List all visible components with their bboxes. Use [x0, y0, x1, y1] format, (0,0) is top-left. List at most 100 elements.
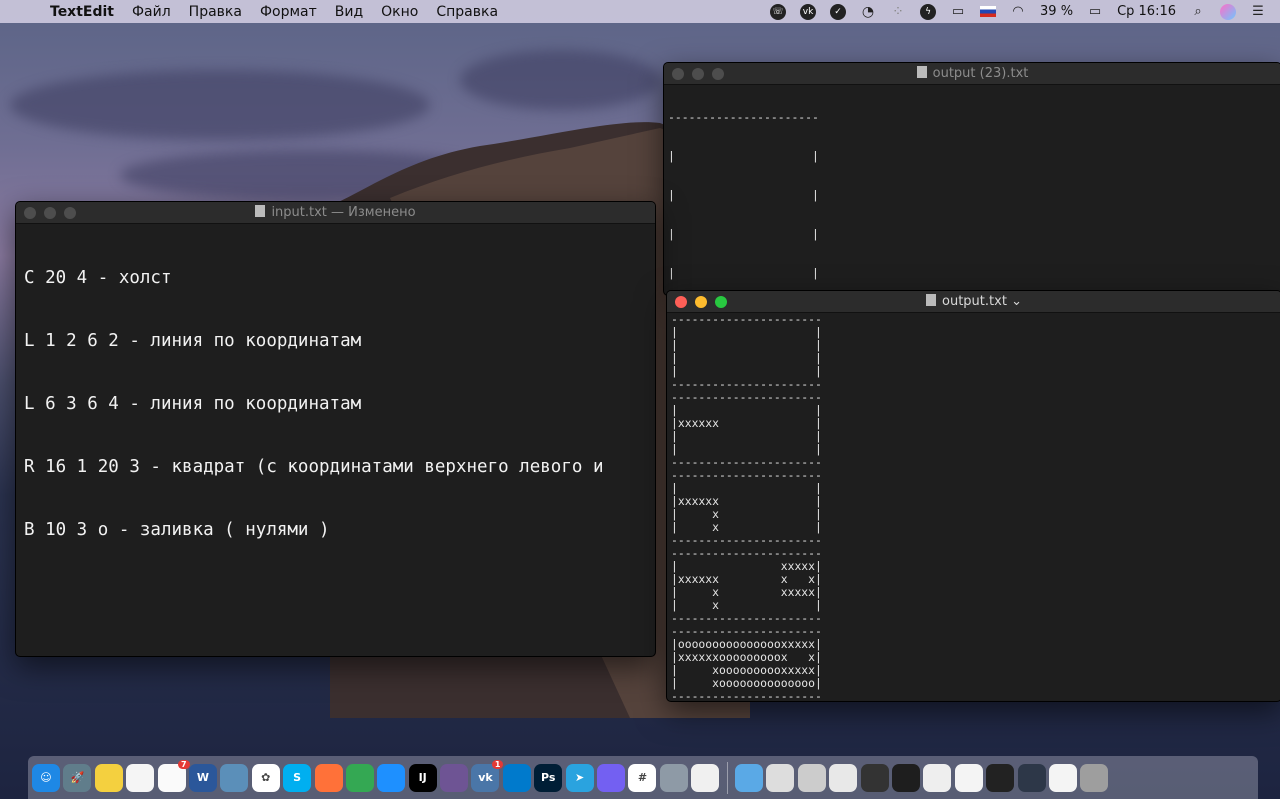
intellij-icon[interactable]: IJ: [408, 763, 437, 792]
document-icon: [255, 205, 266, 217]
zip-file-icon[interactable]: [766, 763, 795, 792]
zoom-button[interactable]: [64, 207, 76, 219]
text-line: | |: [668, 149, 819, 163]
word-icon[interactable]: W: [188, 763, 217, 792]
vk-icon[interactable]: vk 1: [471, 759, 504, 792]
status-area: ☏ vk ✓ ◔ ⁘ ϟ ▭ ◠ 39 % ▭ Ср 16:16 ⌕ ☰: [770, 0, 1266, 23]
window-thumb-icon[interactable]: [1017, 763, 1046, 792]
app-menu[interactable]: TextEdit: [50, 4, 114, 20]
dock-item-glyph: 🚀: [70, 771, 85, 784]
dock-separator: [726, 761, 728, 794]
dock-item-glyph: #: [637, 771, 648, 784]
bolt-status-icon[interactable]: ϟ: [920, 3, 937, 20]
dock-item-glyph: vk: [478, 771, 493, 784]
notes-icon[interactable]: [126, 763, 155, 792]
menu-file[interactable]: Файл: [132, 4, 171, 20]
skype-icon[interactable]: S: [283, 763, 312, 792]
input-window[interactable]: input.txt — Изменено C 20 4 - холст L 1 …: [15, 201, 656, 657]
output-window[interactable]: output.txt ⌄ ---------------------- | | | …: [666, 290, 1280, 702]
scanner-icon[interactable]: [797, 763, 826, 792]
menu-help[interactable]: Справка: [436, 4, 498, 20]
input-text-area[interactable]: C 20 4 - холст L 1 2 6 2 - линия по коор…: [16, 224, 655, 583]
trash-icon[interactable]: [1080, 763, 1109, 792]
text-line: | |: [668, 266, 819, 280]
check-status-icon[interactable]: ✓: [830, 3, 847, 20]
text-line: R 16 1 20 3 - квадрат (с координатами ве…: [24, 457, 604, 477]
document-icon: [926, 294, 937, 306]
close-button[interactable]: [24, 207, 36, 219]
stickies-icon[interactable]: [94, 763, 123, 792]
spotlight-search-icon[interactable]: ⌕: [1190, 4, 1206, 20]
dock-item-glyph: IJ: [418, 771, 427, 784]
close-button[interactable]: [672, 68, 684, 80]
dock-item-glyph: S: [293, 771, 302, 784]
document-icon: [916, 66, 927, 78]
viber-status-icon[interactable]: ☏: [770, 3, 787, 20]
window-thumb-icon[interactable]: [860, 763, 889, 792]
minimize-button[interactable]: [695, 296, 707, 308]
notification-center-icon[interactable]: ☰: [1250, 4, 1266, 20]
png-file-icon[interactable]: [829, 763, 858, 792]
dock-item-glyph: Ps: [541, 771, 556, 784]
airplay-icon[interactable]: ▭: [950, 4, 966, 20]
window-thumb-icon[interactable]: [954, 763, 983, 792]
minimize-button[interactable]: [44, 207, 56, 219]
window-title: output.txt: [942, 294, 1007, 309]
text-line: ----------------------: [671, 689, 822, 702]
window-title: input.txt — Изменено: [271, 205, 416, 220]
dock-item-glyph: ✿: [261, 771, 271, 784]
input-titlebar[interactable]: input.txt — Изменено: [16, 202, 655, 224]
window-thumb-icon[interactable]: [923, 763, 952, 792]
menubar-clock[interactable]: Ср 16:16: [1117, 4, 1176, 19]
menu-view[interactable]: Вид: [335, 4, 363, 20]
preview-icon[interactable]: [220, 763, 249, 792]
finder-icon[interactable]: ☺: [32, 763, 60, 792]
window-thumb-icon[interactable]: [1048, 763, 1077, 792]
vscode-icon[interactable]: [502, 763, 531, 792]
dock-item-glyph: ☺: [40, 771, 52, 784]
text-line: ----------------------: [668, 110, 819, 124]
textedit-icon[interactable]: [691, 763, 720, 792]
battery-percent[interactable]: 39 %: [1040, 4, 1073, 19]
wallpaper-cloud: [460, 50, 660, 110]
menu-edit[interactable]: Правка: [189, 4, 242, 20]
text-line: | |: [668, 227, 819, 241]
zoom-button[interactable]: [715, 296, 727, 308]
window-thumb-icon[interactable]: [891, 763, 920, 792]
grid-status-icon[interactable]: ⁘: [890, 4, 906, 20]
telegram-icon[interactable]: ➤: [565, 763, 594, 792]
reminders-icon[interactable]: 7: [157, 759, 190, 792]
firefox-icon[interactable]: [314, 763, 343, 792]
menu-window[interactable]: Окно: [381, 4, 418, 20]
slack-icon[interactable]: #: [628, 763, 657, 792]
menu-format[interactable]: Формат: [260, 4, 317, 20]
vk-status-icon[interactable]: vk: [800, 3, 817, 20]
chevron-down-icon[interactable]: ⌄: [1011, 294, 1022, 309]
output23-titlebar[interactable]: output (23).txt: [664, 63, 1280, 85]
battery-charging-icon[interactable]: ▭: [1087, 4, 1103, 20]
wifi-icon[interactable]: ◠: [1010, 4, 1026, 20]
output-text-area[interactable]: ---------------------- | | | | | | | | ------…: [667, 313, 1280, 702]
viber-icon[interactable]: [597, 763, 626, 792]
output-titlebar[interactable]: output.txt ⌄: [667, 291, 1280, 313]
folder-icon[interactable]: [734, 763, 763, 792]
minimize-button[interactable]: [692, 68, 704, 80]
image-capture-icon[interactable]: [659, 763, 688, 792]
launchpad-icon[interactable]: 🚀: [63, 763, 92, 792]
notification-badge: 7: [177, 759, 190, 769]
input-source-flag-icon[interactable]: [980, 6, 997, 17]
timer-status-icon[interactable]: ◔: [860, 4, 876, 20]
safari-icon[interactable]: [377, 763, 406, 792]
github-icon[interactable]: [440, 763, 469, 792]
photoshop-icon[interactable]: Ps: [534, 763, 563, 792]
window-thumb-icon[interactable]: [986, 763, 1015, 792]
zoom-button[interactable]: [712, 68, 724, 80]
siri-icon[interactable]: [1220, 3, 1236, 20]
close-button[interactable]: [675, 296, 687, 308]
output23-text-area[interactable]: ---------------------- | | | | | | | | -…: [664, 85, 1280, 295]
photos-icon[interactable]: ✿: [251, 763, 280, 792]
text-line: C 20 4 - холст: [24, 268, 172, 288]
output23-window[interactable]: output (23).txt ---------------------- |…: [663, 62, 1280, 296]
chrome-icon[interactable]: [345, 763, 374, 792]
dock: ☺ 🚀 7 W ✿ S IJ vk 1 Ps ➤ #: [28, 756, 1258, 799]
